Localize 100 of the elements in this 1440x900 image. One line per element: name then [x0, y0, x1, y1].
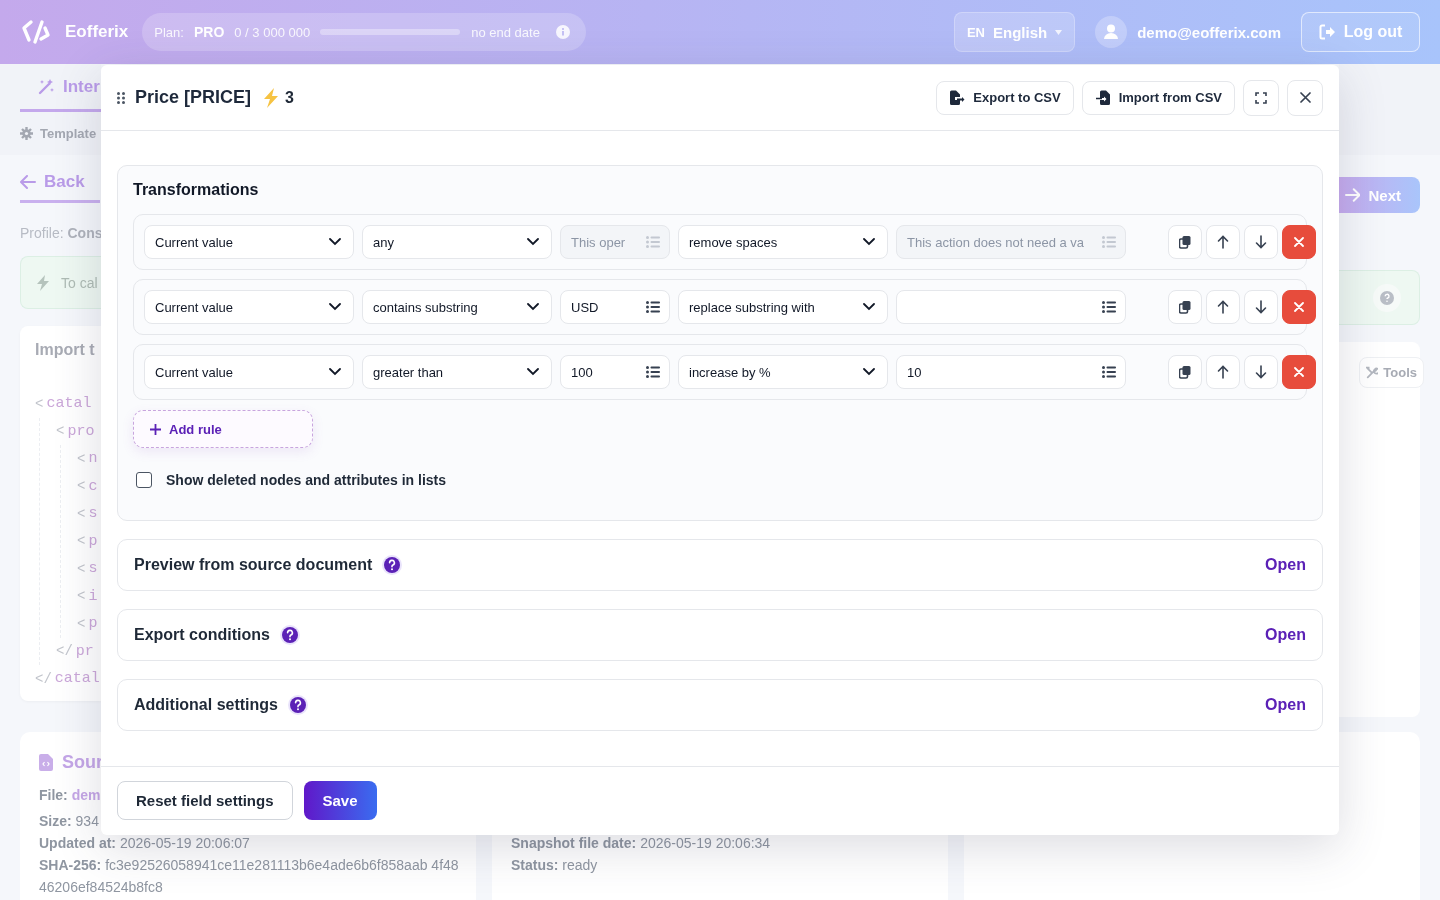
list-icon	[1102, 236, 1116, 248]
list-icon	[646, 366, 660, 378]
code-tag: pr	[75, 642, 94, 660]
chevron-down-icon	[863, 303, 875, 311]
caret-down-icon	[1055, 29, 1063, 35]
dropdown[interactable]: contains substring	[362, 290, 552, 324]
bolt-icon	[263, 87, 280, 108]
import-file-icon	[1094, 89, 1111, 106]
list-icon	[1102, 301, 1116, 313]
brand-name: Eofferix	[65, 22, 129, 42]
profile-text: Profile: Cons	[20, 225, 101, 241]
arrow-up-button[interactable]	[1206, 355, 1240, 389]
add-rule-button[interactable]: Add rule	[133, 410, 313, 448]
copy-icon	[1179, 235, 1191, 249]
logo-icon	[20, 19, 52, 45]
info-label: Updated at:	[39, 835, 116, 851]
section-title: Export conditions	[134, 626, 270, 644]
code-bracket: <	[77, 450, 86, 467]
info-label: Status:	[511, 857, 559, 873]
dropdown[interactable]: greater than	[362, 355, 552, 389]
chevron-down-icon	[527, 303, 539, 311]
open-link[interactable]: Open	[1265, 556, 1306, 574]
help-icon	[382, 555, 403, 575]
open-link[interactable]: Open	[1265, 696, 1306, 714]
bolt-icon	[37, 274, 49, 291]
delete-button[interactable]	[1282, 355, 1316, 389]
info-value: 934	[75, 813, 99, 829]
dropdown[interactable]: Current value	[144, 355, 354, 389]
info-value: 2026-05-19 20:06:34	[640, 835, 771, 851]
code-tag: catal	[46, 395, 92, 413]
chevron-down-icon	[863, 238, 875, 246]
code-bracket: <	[56, 423, 65, 440]
plan-name: PRO	[193, 24, 225, 40]
list-icon	[646, 236, 660, 248]
delete-button[interactable]	[1282, 225, 1316, 259]
copy-button[interactable]	[1168, 225, 1202, 259]
close-button[interactable]	[1287, 79, 1323, 116]
arrow-down-button[interactable]	[1244, 355, 1278, 389]
arrow-down-icon	[1255, 365, 1267, 379]
close-icon	[1294, 237, 1304, 247]
dropdown[interactable]: Current value	[144, 290, 354, 324]
arrow-up-icon	[1217, 300, 1229, 314]
checkbox[interactable]	[136, 472, 152, 488]
fullscreen-icon	[1255, 91, 1267, 104]
plus-icon	[150, 423, 161, 435]
value-field[interactable]: USD	[560, 290, 670, 324]
arrow-down-button[interactable]	[1244, 290, 1278, 324]
avatar-icon	[1095, 16, 1128, 48]
chevron-down-icon	[527, 238, 539, 246]
code-tag: s	[88, 505, 98, 523]
file-code-icon	[39, 753, 53, 771]
arrow-up-button[interactable]	[1206, 225, 1240, 259]
logout-icon	[1318, 24, 1336, 40]
value-field[interactable]: 100	[560, 355, 670, 389]
save-button[interactable]: Save	[303, 781, 377, 820]
close-icon	[1294, 367, 1304, 377]
close-icon	[1299, 92, 1311, 103]
section-title: Additional settings	[134, 696, 278, 714]
gear-icon	[20, 127, 33, 140]
reset-button[interactable]: Reset field settings	[117, 781, 293, 820]
export-button[interactable]: Export to CSV	[936, 80, 1074, 115]
list-icon	[646, 301, 660, 313]
value-field[interactable]	[896, 290, 1126, 324]
info-value: ready	[562, 857, 598, 873]
arrow-left-icon	[20, 175, 36, 189]
fullscreen-button[interactable]	[1243, 79, 1279, 116]
code-bracket: <	[77, 615, 86, 632]
dropdown[interactable]: replace substring with	[678, 290, 888, 324]
code-bracket: </	[56, 643, 73, 660]
dropdown[interactable]: any	[362, 225, 552, 259]
code-bracket: <	[77, 478, 86, 495]
copy-button[interactable]	[1168, 290, 1202, 324]
info-value: 2026-05-19 20:06:07	[119, 835, 250, 851]
arrow-down-icon	[1255, 235, 1267, 249]
info-label: Snapshot file date:	[511, 835, 637, 851]
delete-button[interactable]	[1282, 290, 1316, 324]
dropdown[interactable]: Current value	[144, 225, 354, 259]
code-bracket: <	[77, 505, 86, 522]
arrow-down-icon	[1255, 300, 1267, 314]
arrow-up-icon	[1217, 235, 1229, 249]
value-field[interactable]: 10	[896, 355, 1126, 389]
code-tag: s	[88, 560, 98, 578]
copy-icon	[1179, 300, 1191, 314]
copy-button[interactable]	[1168, 355, 1202, 389]
info-icon	[555, 25, 570, 39]
dropdown[interactable]: increase by %	[678, 355, 888, 389]
code-bracket: </	[35, 670, 52, 687]
dropdown[interactable]: remove spaces	[678, 225, 888, 259]
copy-icon	[1179, 365, 1191, 379]
open-link[interactable]: Open	[1265, 626, 1306, 644]
info-label: Size:	[39, 813, 72, 829]
arrow-up-button[interactable]	[1206, 290, 1240, 324]
notice-text: To cal	[61, 274, 98, 291]
arrow-down-button[interactable]	[1244, 225, 1278, 259]
code-tag: catal	[54, 670, 100, 688]
close-icon	[1294, 302, 1304, 312]
hash-text: SHA-256: fc3e92526058941ce11e281113b6e4ade6b6f858aab 4f4846206ef84524b8fc8	[39, 856, 459, 897]
code-tag: i	[88, 587, 98, 605]
import-button[interactable]: Import from CSV	[1081, 80, 1235, 115]
chevron-down-icon	[863, 368, 875, 376]
